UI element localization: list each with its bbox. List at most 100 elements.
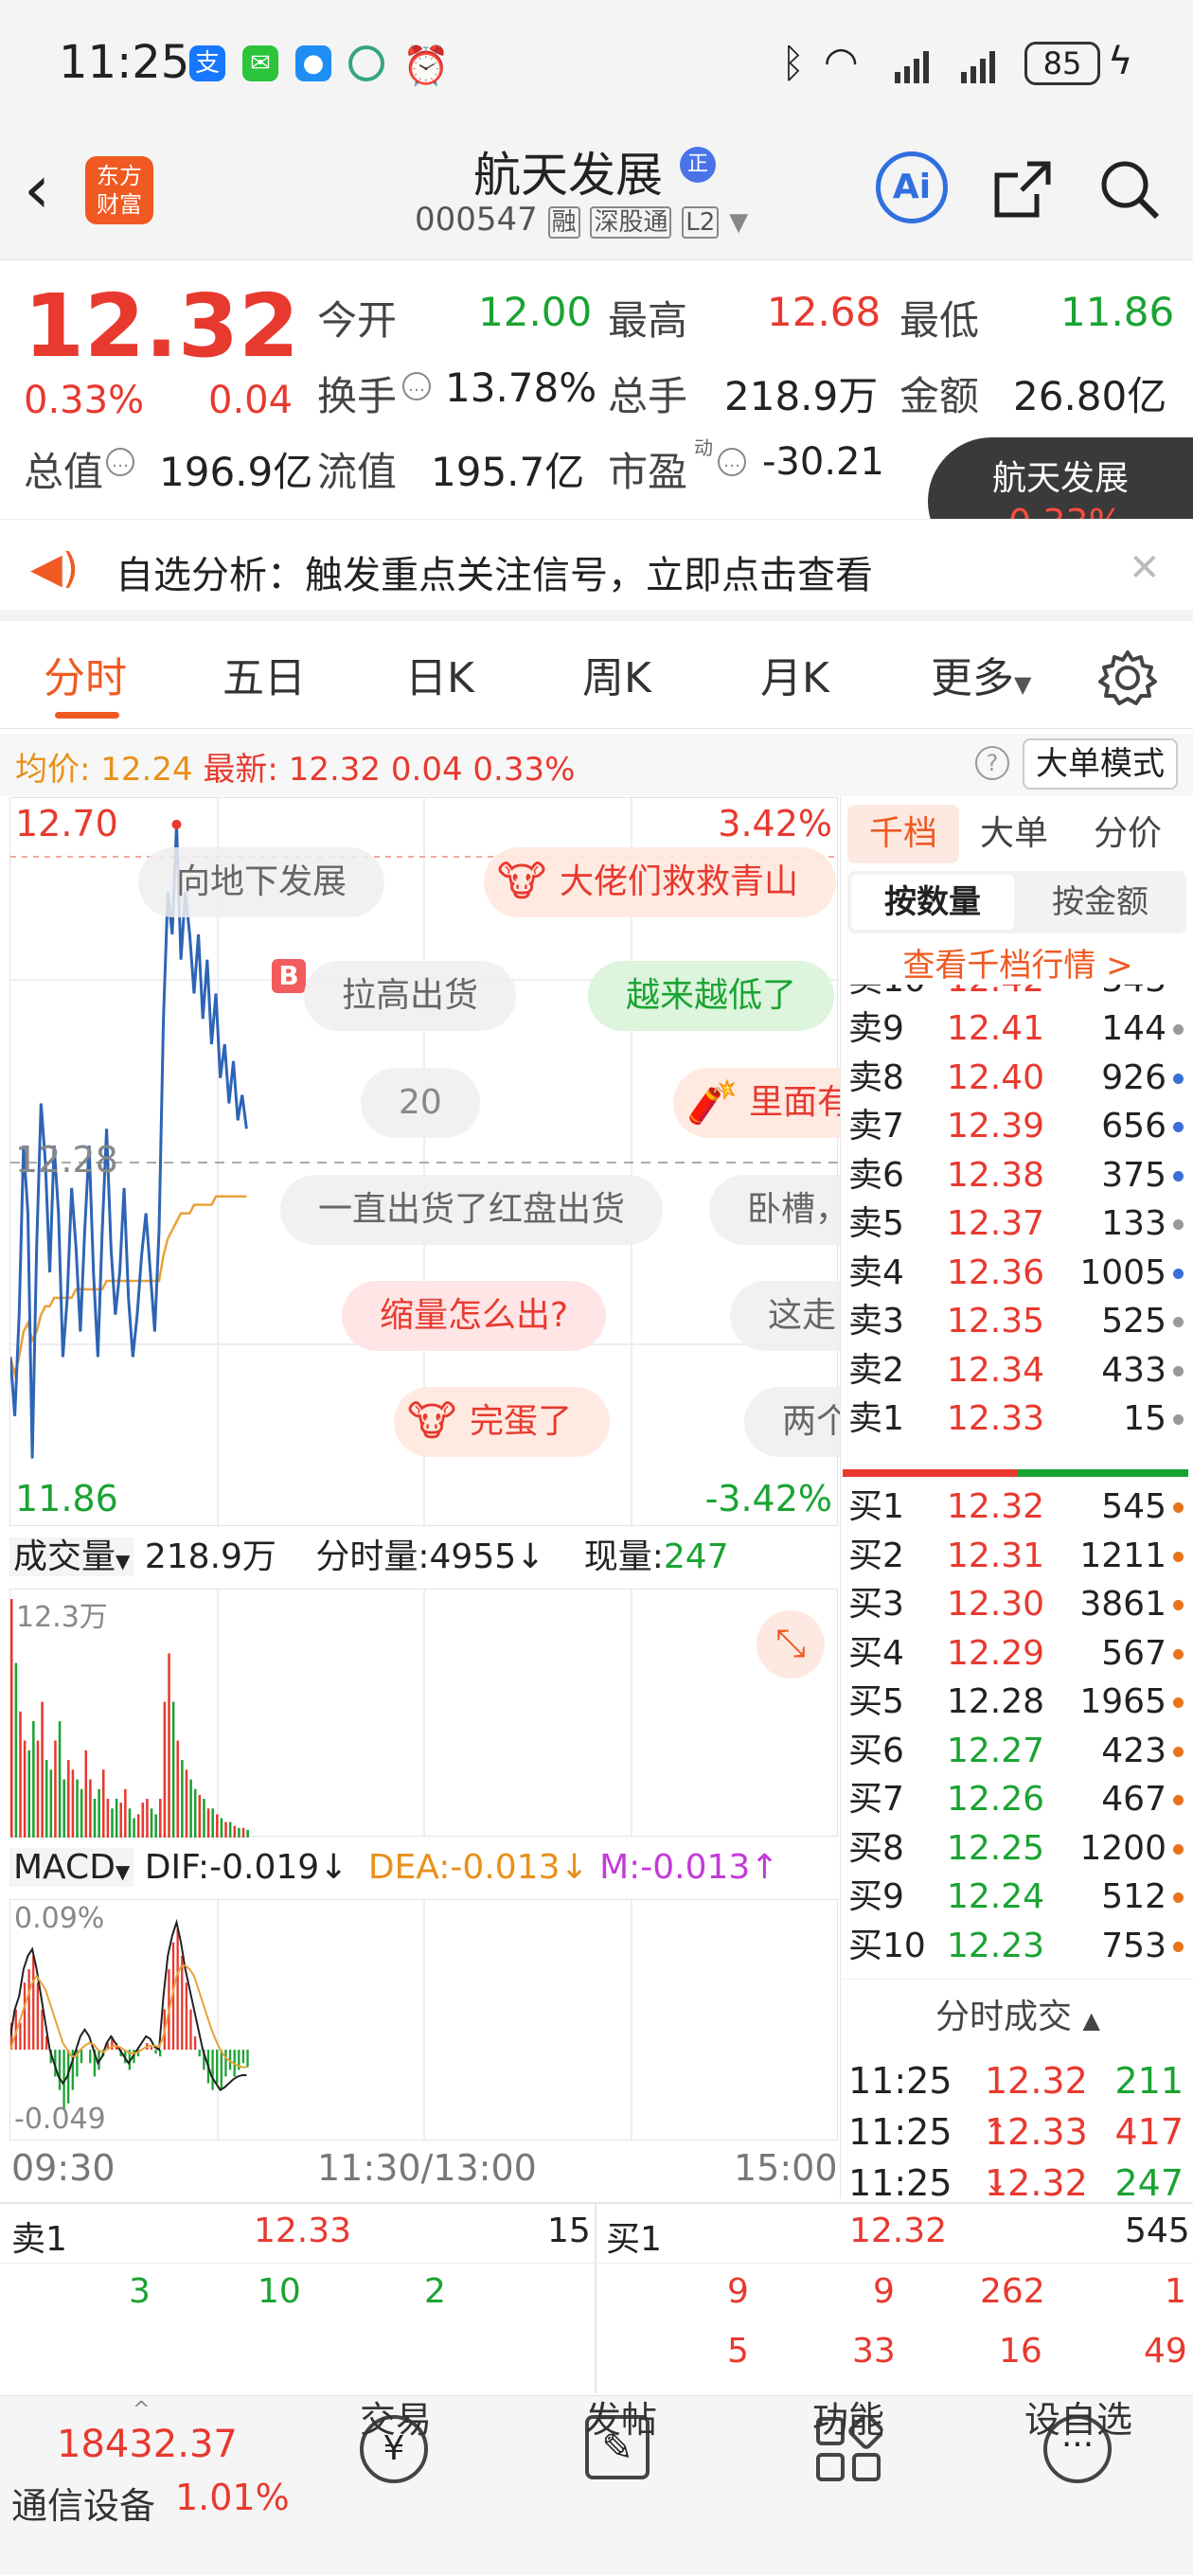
expand-icon[interactable]: ⤡	[757, 1610, 825, 1679]
orderbook-row[interactable]: 买6 12.27 423	[843, 1727, 1193, 1776]
orderbook-row[interactable]: 买10 12.23 753	[843, 1922, 1193, 1971]
tab-add-watchlist[interactable]: 设自选	[1024, 2390, 1132, 2443]
tab-price-dist[interactable]: 分价	[1094, 805, 1162, 863]
tab-big-order[interactable]: 大单	[980, 805, 1048, 863]
macd-chart[interactable]: 0.09% -0.049	[9, 1899, 838, 2141]
tick-trades-header[interactable]: 分时成交 ▲	[843, 1979, 1193, 2054]
orderbook-row[interactable]: 买2 12.31 1211	[843, 1532, 1193, 1581]
danmaku-bubble[interactable]: 向地下发展	[138, 847, 385, 917]
danmaku-bubble[interactable]: 越来越低了	[588, 961, 835, 1031]
orderbook-row[interactable]: 买4 12.29 567	[843, 1629, 1193, 1679]
ob-label: 买6	[848, 1731, 904, 1770]
danmaku-bubble[interactable]: 拉高出货	[304, 961, 517, 1031]
tab-depth[interactable]: 千档	[847, 805, 959, 863]
macd-svg	[10, 1900, 632, 2141]
ob-label: 卖8	[848, 1057, 904, 1097]
ai-button[interactable]: Ai	[876, 151, 948, 223]
search-icon[interactable]	[1096, 156, 1163, 222]
orderbook-row[interactable]: 卖3 12.35 525	[843, 1297, 1193, 1346]
tab-monthly[interactable]: 月K	[760, 644, 829, 704]
big-order-mode-button[interactable]: 大单模式	[1023, 738, 1178, 790]
depth-quote-link[interactable]: 查看千档行情 >	[843, 942, 1193, 989]
volume-bar	[193, 1788, 197, 1838]
tab-functions[interactable]: 功能	[812, 2390, 884, 2443]
volume-bar	[150, 1808, 153, 1838]
ob-label: 买5	[848, 1682, 904, 1721]
orderbook-row[interactable]: 买5 12.28 1965	[843, 1678, 1193, 1727]
intraday-chart[interactable]: 12.70 3.42% 12.28 11.86 -3.42% B 向地下发展 🐮…	[9, 797, 890, 1527]
volume-bar	[141, 1803, 145, 1838]
share-icon[interactable]	[989, 156, 1056, 222]
ob-dot	[1173, 1414, 1184, 1425]
ob-dot	[1173, 1122, 1184, 1132]
notice-text: 自选分析：触发重点关注信号，立即点击查看	[116, 554, 873, 597]
tab-5day[interactable]: 五日	[223, 644, 306, 704]
volume-indicator-select[interactable]: 成交量▼	[9, 1537, 134, 1576]
toggle-by-amount[interactable]: 按金额	[1018, 875, 1183, 930]
orderbook-row[interactable]: 买8 12.25 1200	[843, 1824, 1193, 1874]
sector-index-widget[interactable]: ^ 18432.37 通信设备 1.01%	[0, 2396, 290, 2576]
orderbook-row[interactable]: 卖7 12.39 656	[843, 1102, 1193, 1151]
dropdown-icon[interactable]: ▼	[729, 208, 748, 237]
tab-trade[interactable]: 交易	[360, 2390, 432, 2443]
volume-bar	[185, 1769, 188, 1838]
ob-price: 12.27	[947, 1731, 1045, 1770]
toggle-by-quantity[interactable]: 按数量	[851, 875, 1014, 930]
close-icon[interactable]: ✕	[1129, 546, 1161, 590]
macd-dif-arrow: ↓	[319, 1848, 348, 1887]
orderbook-row[interactable]: 买3 12.30 3861	[843, 1580, 1193, 1629]
orderbook-row[interactable]: 卖2 12.34 433	[843, 1346, 1193, 1395]
orderbook-row[interactable]: 卖9 12.41 144	[843, 1004, 1193, 1054]
ob-dot	[1173, 1941, 1184, 1952]
eastmoney-logo[interactable]: 东方 财富	[85, 156, 153, 224]
danmaku-bubble[interactable]: 🐮 大佬们救救青山	[484, 847, 837, 917]
danmaku-bubble[interactable]: 一直出货了红盘出货	[280, 1175, 664, 1245]
volume-header: 成交量▼ 218.9万 分时量:4955↓ 现量:247	[9, 1528, 838, 1587]
orderbook-row[interactable]: 买9 12.24 512	[843, 1873, 1193, 1922]
tab-post[interactable]: 发帖	[585, 2390, 657, 2443]
danmaku-bubble[interactable]: 缩量怎么出?	[342, 1281, 607, 1351]
low-value: 11.86	[1060, 289, 1175, 335]
l2-buy-queue-item: 1	[1165, 2272, 1186, 2311]
info-icon[interactable]: …	[106, 448, 134, 476]
tab-weekly[interactable]: 周K	[582, 644, 651, 704]
danmaku-bubble[interactable]: 🐮 完蛋了	[394, 1387, 611, 1457]
tick-volume: 247	[1114, 2162, 1184, 2204]
danmaku-bubble[interactable]: 20	[361, 1068, 480, 1138]
tab-intraday[interactable]: 分时	[44, 644, 127, 704]
macd-indicator-select[interactable]: MACD▼	[9, 1848, 134, 1887]
volume-bar	[198, 1794, 202, 1838]
time-close: 15:00	[734, 2147, 838, 2189]
macd-histogram-bar	[193, 2035, 197, 2051]
help-icon[interactable]: ?	[975, 746, 1009, 780]
macd-histogram-bar	[224, 2050, 227, 2077]
orderbook-row[interactable]: 卖5 12.37 133	[843, 1199, 1193, 1249]
buy-marker[interactable]: B	[272, 959, 306, 993]
ob-dot	[1173, 1892, 1184, 1903]
back-button[interactable]: ‹	[24, 156, 50, 222]
orderbook-row[interactable]: 卖6 12.38 375	[843, 1151, 1193, 1200]
volume-bar	[146, 1799, 149, 1838]
ob-price: 12.31	[947, 1536, 1045, 1575]
notice-bar[interactable]: ◀) 自选分析：触发重点关注信号，立即点击查看 ✕	[0, 519, 1193, 621]
high-point-dot	[171, 819, 182, 829]
ob-price: 12.28	[947, 1682, 1045, 1721]
tab-daily[interactable]: 日K	[405, 644, 474, 704]
volume-bar	[189, 1779, 192, 1838]
orderbook-row-partial: 卖10 12.42 343	[843, 985, 1193, 1005]
volume-bar	[49, 1769, 53, 1838]
tab-more[interactable]: 更多▼	[931, 644, 1031, 704]
info-icon[interactable]: …	[402, 372, 431, 400]
open-label: 今开	[317, 297, 398, 344]
orderbook-row[interactable]: 卖8 12.40 926	[843, 1054, 1193, 1103]
info-icon[interactable]: …	[718, 448, 746, 476]
orderbook-row[interactable]: 买7 12.26 467	[843, 1775, 1193, 1824]
orderbook-row[interactable]: 买1 12.32 545	[843, 1483, 1193, 1532]
orderbook-row[interactable]: 卖4 12.36 1005	[843, 1249, 1193, 1298]
gear-icon[interactable]	[1098, 648, 1157, 707]
volume-bar	[71, 1769, 75, 1838]
orderbook-row[interactable]: 卖1 12.33 15	[843, 1395, 1193, 1444]
volume-chart[interactable]: 12.3万 ⤡	[9, 1589, 838, 1838]
macd-histogram-bar	[189, 2009, 192, 2051]
macd-series-group	[10, 1918, 249, 2110]
